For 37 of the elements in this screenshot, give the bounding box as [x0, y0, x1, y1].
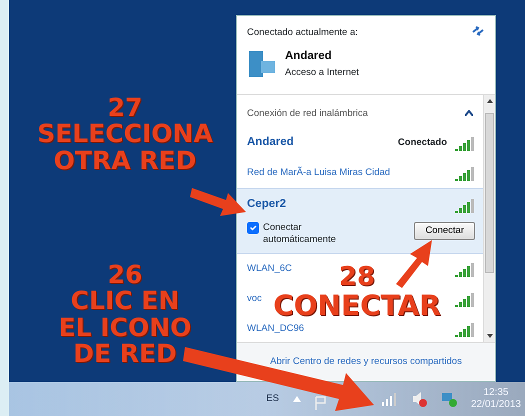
scroll-up-icon[interactable]	[486, 98, 492, 103]
annotation-text: EL ICONO	[58, 314, 192, 341]
annotation-text: 27	[108, 95, 142, 122]
annotation-text: CLIC EN	[70, 288, 180, 314]
network-name[interactable]: WLAN_DC96	[247, 322, 304, 336]
connected-label: Conectado actualmente a:	[247, 26, 358, 40]
signal-icon	[455, 261, 475, 278]
network-name[interactable]: Andared	[247, 134, 294, 152]
annotation-text: OTRA RED	[54, 148, 196, 174]
auto-connect-label: Conectar automáticamente	[263, 222, 337, 246]
connect-button[interactable]: Conectar	[414, 222, 475, 240]
annotation-text: SELECCIONA	[37, 121, 213, 148]
connection-status: Conectado	[398, 136, 447, 150]
annotation-text: DE RED	[73, 340, 177, 367]
network-name[interactable]: WLAN_6C	[247, 262, 292, 276]
network-computer-icon	[247, 49, 277, 79]
selected-network-item[interactable]: Ceper2 Conectar automáticamente Conectar	[237, 188, 483, 254]
network-status: Acceso a Internet	[285, 66, 359, 80]
scroll-down-icon[interactable]	[486, 334, 492, 338]
signal-icon	[455, 291, 475, 308]
refresh-icon[interactable]	[471, 26, 485, 36]
annotation-text: 26	[108, 262, 142, 288]
signal-icon	[455, 165, 475, 182]
scrollbar[interactable]	[483, 94, 495, 342]
language-indicator[interactable]: ES	[266, 392, 279, 406]
signal-icon	[455, 321, 475, 338]
network-name[interactable]: voc	[247, 292, 262, 306]
auto-connect-checkbox[interactable]	[247, 222, 259, 234]
annotation-text: 28	[338, 264, 376, 292]
section-title: Conexión de red inalámbrica	[247, 106, 368, 121]
signal-icon	[455, 196, 475, 213]
current-network-name: Andared	[285, 49, 333, 64]
network-name[interactable]: Red de MarÃ-a Luisa Miras Cidad	[247, 166, 390, 180]
network-name[interactable]: Ceper2	[247, 196, 286, 214]
muted-speaker-icon[interactable]	[410, 391, 427, 407]
signal-icon	[455, 134, 475, 151]
annotation-text: CONECTAR	[273, 291, 441, 321]
